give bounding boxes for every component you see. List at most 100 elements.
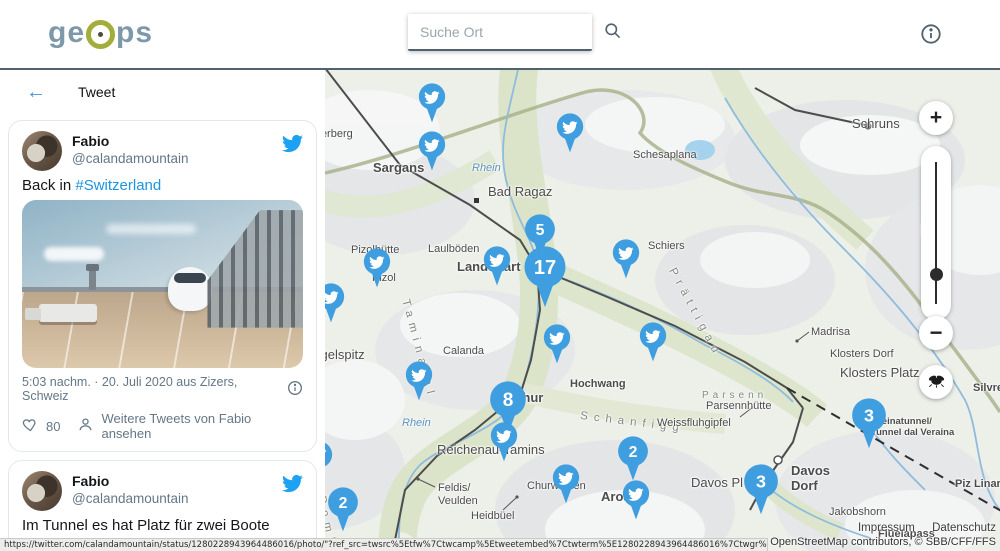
tweet-text-plain: Back in bbox=[22, 177, 75, 194]
back-button[interactable]: ← bbox=[20, 81, 52, 103]
geops-logo[interactable]: geps bbox=[48, 16, 153, 50]
map-label: Flumserberg bbox=[325, 128, 353, 140]
like-count: 80 bbox=[46, 419, 60, 434]
search-button[interactable] bbox=[603, 21, 622, 43]
svg-text:2: 2 bbox=[629, 444, 638, 461]
tweet-marker[interactable] bbox=[612, 239, 640, 279]
twitter-bird-icon[interactable] bbox=[282, 133, 303, 159]
tweet-marker[interactable] bbox=[543, 324, 571, 364]
sidebar-header: ← Tweet bbox=[0, 70, 325, 114]
fly-icon bbox=[927, 373, 946, 391]
tweet-photo[interactable] bbox=[22, 200, 303, 368]
cluster-marker[interactable]: 2 bbox=[327, 487, 359, 532]
photo-ground-vehicle bbox=[39, 304, 97, 322]
photo-cloud bbox=[106, 224, 196, 234]
avatar[interactable] bbox=[22, 131, 62, 171]
author-handle[interactable]: @calandamountain bbox=[72, 151, 282, 168]
author-handle[interactable]: @calandamountain bbox=[72, 491, 282, 508]
tweet-header: Fabio @calandamountain bbox=[22, 471, 303, 511]
main-area: ← Tweet Fabio @calandamountain Back in bbox=[0, 70, 1000, 551]
tweet-text: Back in #Switzerland bbox=[22, 177, 303, 194]
tweet-marker[interactable] bbox=[490, 422, 518, 462]
cluster-marker[interactable]: 17 bbox=[523, 246, 567, 308]
info-button[interactable] bbox=[920, 23, 942, 48]
tweet-info-icon[interactable] bbox=[287, 380, 303, 399]
svg-text:2: 2 bbox=[339, 495, 348, 512]
station-square bbox=[474, 198, 479, 203]
datenschutz-link[interactable]: Datenschutz bbox=[932, 522, 996, 534]
map-label: Schesaplana bbox=[633, 149, 697, 161]
map-label: Calanda bbox=[443, 345, 484, 357]
map-attribution: Impressum Datenschutz OpenStreetMap cont… bbox=[770, 521, 996, 549]
zoom-out-button[interactable]: − bbox=[919, 316, 953, 350]
svg-text:3: 3 bbox=[864, 406, 874, 426]
map-label: Ringelspitz bbox=[325, 347, 365, 362]
map-label: Weissfluhgipfel bbox=[657, 417, 731, 429]
map-label: Rhein bbox=[472, 162, 501, 174]
tweet-marker[interactable] bbox=[418, 83, 446, 123]
back-arrow-icon: ← bbox=[26, 81, 46, 103]
tweet-text: Im Tunnel es hat Platz für zwei Boote bbox=[22, 517, 303, 534]
map-label: Jakobshorn bbox=[829, 506, 886, 518]
svg-text:8: 8 bbox=[503, 390, 514, 411]
map-label: Davos bbox=[791, 463, 830, 478]
zoom-slider-handle[interactable] bbox=[930, 268, 943, 281]
tweet-card[interactable]: Fabio @calandamountain Back in #Switzerl… bbox=[8, 120, 317, 452]
cluster-marker[interactable]: 3 bbox=[743, 464, 779, 515]
tweet-timestamp: 5:03 nachm. · 20. Juli 2020 aus Zizers, … bbox=[22, 375, 287, 403]
tweet-actions: 80 Weitere Tweets von Fabio ansehen bbox=[22, 411, 303, 441]
tweet-marker[interactable] bbox=[556, 113, 584, 153]
map-label: Madrisa bbox=[811, 326, 850, 338]
map-label: Schruns bbox=[852, 116, 900, 131]
map-label: Bad Ragaz bbox=[488, 184, 552, 199]
map-label: Parsennhütte bbox=[706, 400, 771, 412]
logo-text-pre: ge bbox=[48, 16, 85, 50]
svg-text:3: 3 bbox=[756, 472, 766, 492]
svg-text:17: 17 bbox=[534, 257, 556, 279]
tweet-marker[interactable] bbox=[483, 246, 511, 286]
tweet-marker[interactable] bbox=[325, 283, 345, 323]
tweet-marker[interactable] bbox=[418, 131, 446, 171]
tweet-hashtag-link[interactable]: #Switzerland bbox=[75, 177, 161, 194]
station-circle bbox=[774, 456, 782, 464]
zoom-slider-track[interactable] bbox=[935, 162, 937, 304]
cluster-marker[interactable]: 2 bbox=[617, 436, 649, 481]
fly-button[interactable] bbox=[919, 365, 953, 399]
map-label: Schiers bbox=[648, 240, 685, 252]
sidebar-title: Tweet bbox=[78, 84, 115, 100]
logo-o-ring-icon bbox=[86, 20, 115, 49]
map-label: Sargans bbox=[373, 160, 424, 175]
tweet-meta: 5:03 nachm. · 20. Juli 2020 aus Zizers, … bbox=[22, 375, 303, 403]
map-label: Klosters Dorf bbox=[830, 348, 894, 360]
like-icon[interactable] bbox=[22, 416, 39, 436]
map-label: Davos Pl bbox=[691, 475, 743, 490]
tweet-marker[interactable] bbox=[622, 480, 650, 520]
author-block: Fabio @calandamountain bbox=[72, 471, 282, 507]
impressum-link[interactable]: Impressum bbox=[858, 522, 915, 534]
map-label: Silvretta bbox=[973, 382, 1000, 394]
cluster-marker[interactable]: 3 bbox=[851, 398, 887, 449]
map-label: Piz Linard bbox=[955, 478, 1000, 490]
tweet-marker[interactable] bbox=[325, 441, 333, 481]
tweet-marker[interactable] bbox=[639, 322, 667, 362]
avatar[interactable] bbox=[22, 471, 62, 511]
browser-status-bar: https://twitter.com/calandamountain/stat… bbox=[0, 538, 768, 551]
zoom-in-button[interactable]: + bbox=[919, 101, 953, 135]
more-tweets-link[interactable]: Weitere Tweets von Fabio ansehen bbox=[101, 411, 303, 441]
map-label: Heidbüel bbox=[471, 510, 514, 522]
tweet-marker[interactable] bbox=[405, 361, 433, 401]
map-container[interactable]: Flumserberg Sargans Rhein Bad Ragaz Schesapl… bbox=[325, 70, 1000, 551]
map-label: Veulden bbox=[438, 495, 478, 507]
photo-cloud bbox=[44, 247, 104, 261]
zoom-slider[interactable] bbox=[921, 146, 951, 320]
map-label: Hochwang bbox=[570, 378, 626, 390]
search-input[interactable] bbox=[418, 23, 603, 41]
tweet-list: Fabio @calandamountain Back in #Switzerl… bbox=[0, 114, 325, 551]
tweet-marker[interactable] bbox=[552, 464, 580, 504]
search-box[interactable] bbox=[408, 14, 592, 51]
author-name[interactable]: Fabio bbox=[72, 473, 282, 491]
map-label: Feldis/ bbox=[438, 482, 470, 494]
author-name[interactable]: Fabio bbox=[72, 133, 282, 151]
tweet-marker[interactable] bbox=[363, 248, 391, 288]
twitter-bird-icon[interactable] bbox=[282, 473, 303, 499]
